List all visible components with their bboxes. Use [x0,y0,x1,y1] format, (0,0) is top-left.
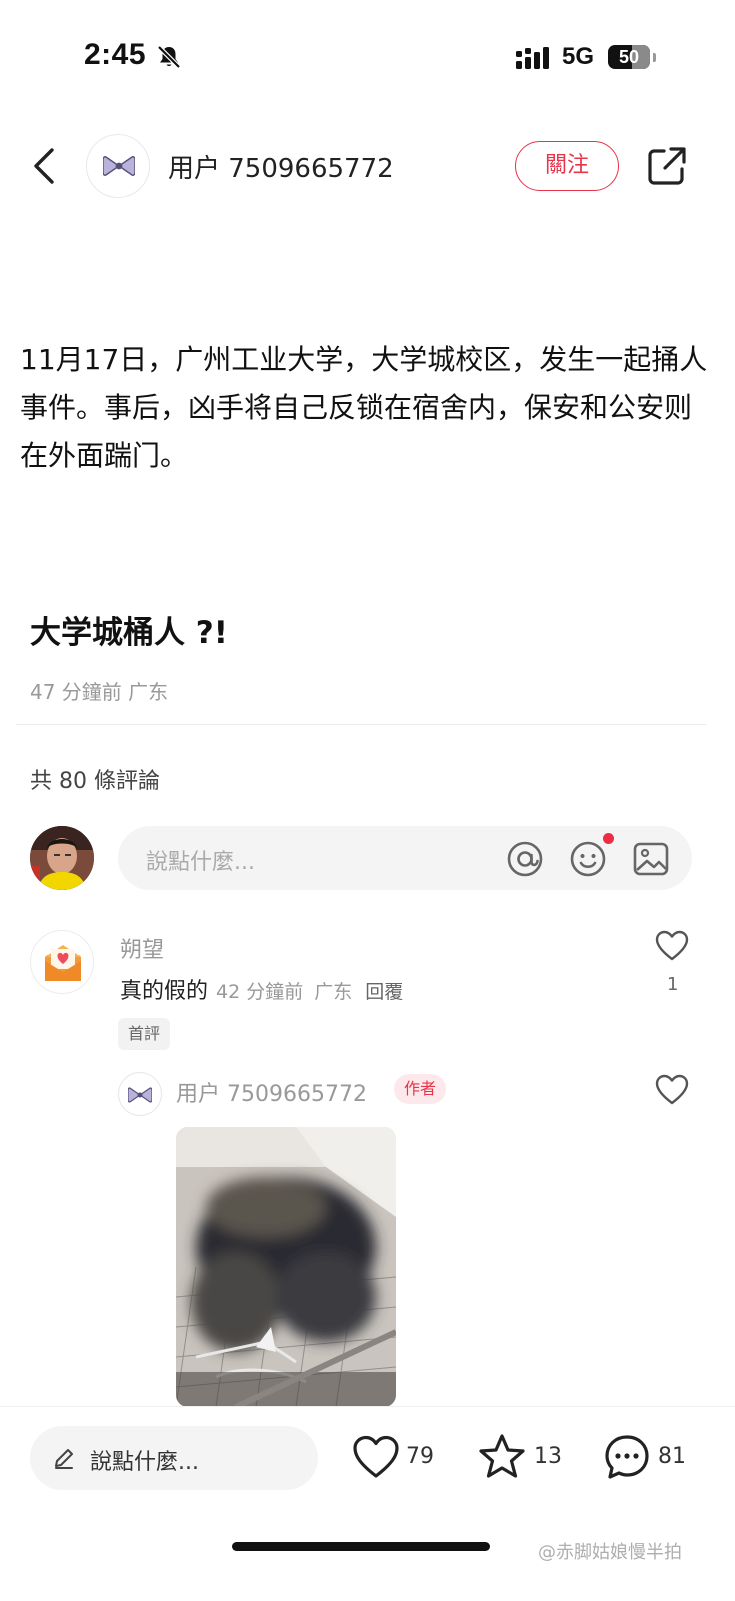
comment-total-count: 81 [658,1444,686,1469]
reply-like-icon[interactable] [655,1074,689,1106]
bottom-input-label: 說點什麼... [90,1450,199,1475]
post-body: 11月17日，广州工业大学，大学城校区，发生一起捅人事件。事后，凶手将自己反锁在… [20,343,708,472]
watermark: @赤脚姑娘慢半拍 [538,1542,682,1563]
commenter-name[interactable]: 朔望 [120,932,164,964]
reply-button[interactable]: 回覆 [365,981,403,1003]
at-icon[interactable] [506,840,544,878]
post-title: 大学城桶人 ?! [30,615,228,651]
star-icon[interactable] [478,1433,526,1481]
post-location: 广东 [128,680,169,704]
author-name[interactable]: 用户 7509665772 [168,148,394,185]
comment-like-icon[interactable] [655,930,689,962]
comment-input-placeholder: 說點什麼... [146,850,255,875]
emoji-icon[interactable] [569,840,607,878]
my-avatar[interactable] [30,826,94,890]
share-icon[interactable] [646,145,688,187]
battery-tip [653,53,656,62]
notification-dot [603,833,614,844]
divider [16,724,706,725]
reply-avatar[interactable] [118,1072,162,1116]
like-count: 79 [406,1444,434,1469]
heart-icon[interactable] [352,1434,400,1480]
favorite-count: 13 [534,1444,562,1469]
comment-text: 真的假的 42 分鐘前 广东 回覆 [120,973,403,1005]
bow-avatar-icon [128,1087,152,1103]
bell-muted-icon [157,45,181,69]
comment-like-count: 1 [667,974,679,995]
follow-button[interactable]: 關注 [515,141,619,191]
comment-count: 共 80 條評論 [30,769,160,794]
battery-level: 50 [618,47,640,67]
comment-time: 42 分鐘前 [216,981,304,1003]
back-arrow-icon[interactable] [28,146,62,186]
author-badge: 作者 [394,1074,447,1104]
battery-icon: 50 [608,45,650,69]
first-comment-badge: 首評 [118,1018,171,1050]
bottom-comment-input[interactable]: 說點什麼... [30,1426,318,1490]
signal-icon [516,47,549,69]
comment-body: 真的假的 [120,979,209,1004]
post-time: 47 分鐘前 [30,680,122,704]
author-avatar[interactable] [86,134,150,198]
reply-image[interactable] [176,1127,396,1407]
image-icon[interactable] [632,840,670,878]
comment-location: 广东 [314,981,353,1003]
commenter-avatar[interactable] [30,930,94,994]
network-label: 5G [562,43,595,70]
status-time: 2:45 [84,38,147,71]
heart-envelope-icon [45,945,81,981]
comment-bubble-icon[interactable] [603,1433,651,1481]
reply-author-name[interactable]: 用户 7509665772 [176,1076,367,1108]
post-meta: 47 分鐘前 广东 [30,676,168,705]
bow-avatar-icon [103,156,135,176]
pencil-icon [55,1449,73,1469]
home-indicator[interactable] [232,1542,490,1551]
